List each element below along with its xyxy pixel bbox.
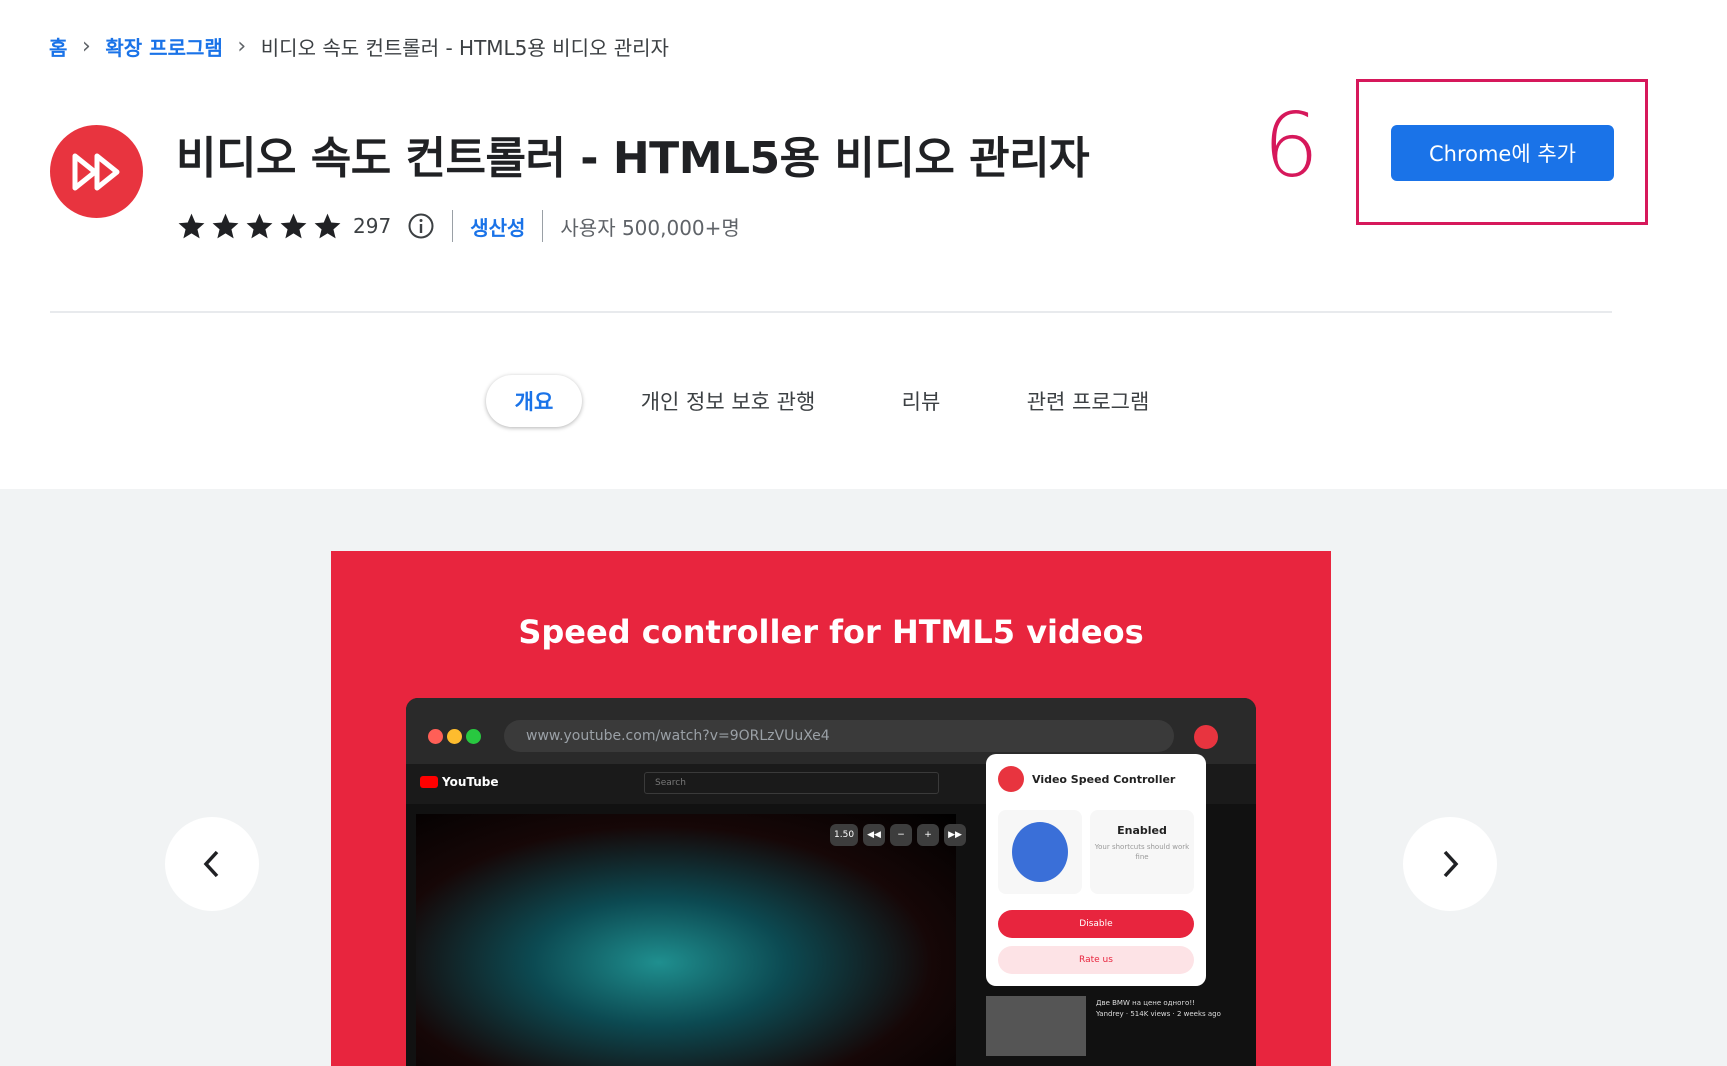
- plus-icon: +: [917, 824, 940, 846]
- rating-count: 297: [353, 214, 392, 238]
- chevron-right-icon: ›: [237, 33, 247, 59]
- tab-related[interactable]: 관련 프로그램: [1026, 375, 1150, 427]
- star-icon: [178, 213, 205, 238]
- minus-icon: −: [890, 824, 913, 846]
- page-title: 비디오 속도 컨트롤러 - HTML5용 비디오 관리자: [176, 133, 1090, 184]
- gallery-next-button[interactable]: [1403, 817, 1497, 911]
- divider: [452, 210, 454, 242]
- popup-rate-button: Rate us: [998, 946, 1194, 974]
- breadcrumb: 홈 › 확장 프로그램 › 비디오 속도 컨트롤러 - HTML5용 비디오 관…: [49, 32, 669, 60]
- sidebar-video-info: Две BMW на цене одного!! Yandrey · 514K …: [1096, 998, 1221, 1019]
- speed-controls-overlay: 1.50 ◀◀ − + ▶▶: [830, 824, 967, 846]
- youtube-logo: YouTube: [420, 775, 499, 789]
- window-minimize-dot: [447, 729, 462, 744]
- gallery-prev-button[interactable]: [165, 817, 259, 911]
- add-to-chrome-button[interactable]: Chrome에 추가: [1391, 125, 1614, 181]
- popup-title: Video Speed Controller: [1032, 772, 1176, 786]
- mascot-image: [998, 810, 1082, 894]
- breadcrumb-extensions-link[interactable]: 확장 프로그램: [105, 32, 222, 61]
- star-icon: [212, 213, 239, 238]
- sidebar-video-meta: Yandrey · 514K views · 2 weeks ago: [1096, 1009, 1221, 1018]
- rewind-icon: ◀◀: [863, 824, 886, 846]
- speed-value: 1.50: [830, 824, 859, 846]
- popup-header: Video Speed Controller: [998, 766, 1175, 792]
- fast-forward-icon: [998, 766, 1024, 792]
- annotation-step-number: 6: [1263, 94, 1319, 197]
- chevron-left-icon: [203, 850, 219, 878]
- fast-forward-icon: ▶▶: [944, 824, 967, 846]
- youtube-play-icon: [420, 776, 438, 788]
- section-divider: [50, 311, 1612, 313]
- category-link[interactable]: 생산성: [470, 212, 525, 241]
- video-thumbnail: [986, 996, 1086, 1056]
- extension-icon: [1194, 725, 1218, 749]
- tab-privacy[interactable]: 개인 정보 보호 관행: [640, 375, 816, 427]
- divider: [542, 210, 544, 242]
- breadcrumb-current: 비디오 속도 컨트롤러 - HTML5용 비디오 관리자: [260, 35, 669, 60]
- status-subtitle: Your shortcuts should work fine: [1094, 843, 1190, 861]
- gallery-slide: Speed controller for HTML5 videos www.yo…: [331, 551, 1331, 1066]
- rating-stars: [176, 211, 343, 242]
- url-bar: www.youtube.com/watch?v=9ORLzVUuXe4: [504, 720, 1174, 752]
- window-close-dot: [428, 729, 443, 744]
- video-player: [416, 814, 956, 1066]
- extension-popup: Video Speed Controller Enabled Your shor…: [986, 754, 1206, 986]
- youtube-brand: YouTube: [442, 775, 499, 789]
- breadcrumb-home-link[interactable]: 홈: [49, 32, 67, 61]
- fast-forward-icon: [50, 125, 143, 218]
- star-icon: [280, 213, 307, 238]
- user-count: 사용자 500,000+명: [560, 215, 740, 240]
- browser-mockup: www.youtube.com/watch?v=9ORLzVUuXe4 YouT…: [406, 698, 1256, 1066]
- star-icon: [314, 213, 341, 238]
- app-meta: 297 생산성 사용자 500,000+명: [176, 208, 740, 244]
- popup-disable-button: Disable: [998, 910, 1194, 938]
- mascot-face: [1012, 822, 1068, 882]
- chevron-right-icon: [1443, 850, 1459, 878]
- chevron-right-icon: ›: [82, 33, 91, 59]
- window-maximize-dot: [466, 729, 481, 744]
- status-title: Enabled: [1117, 824, 1167, 837]
- tab-overview[interactable]: 개요: [486, 375, 582, 427]
- sidebar-video-title: Две BMW на цене одного!!: [1096, 999, 1195, 1007]
- slide-heading: Speed controller for HTML5 videos: [518, 613, 1144, 651]
- youtube-search: Search: [644, 772, 939, 794]
- info-icon[interactable]: [407, 212, 435, 240]
- tab-bar: 개요 개인 정보 보호 관행 리뷰 관련 프로그램: [486, 375, 1150, 427]
- status-card: Enabled Your shortcuts should work fine: [1090, 810, 1194, 894]
- star-icon: [246, 213, 273, 238]
- tab-reviews[interactable]: 리뷰: [898, 375, 944, 427]
